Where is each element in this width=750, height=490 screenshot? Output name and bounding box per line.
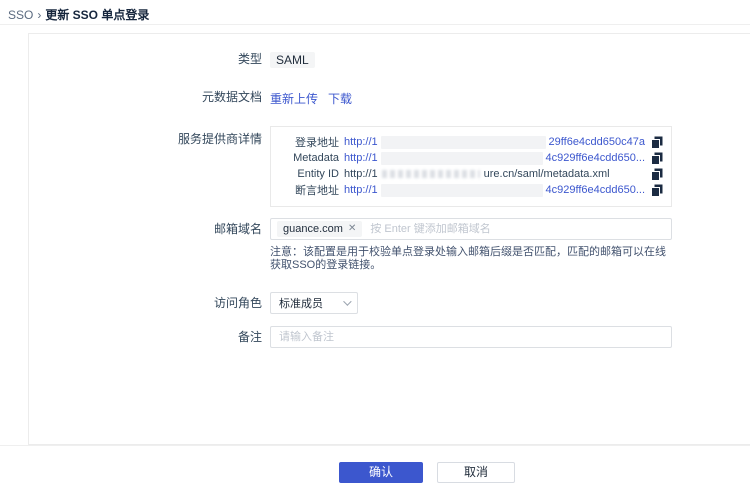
access-role-value: 标准成员 (279, 298, 323, 310)
redacted-text (380, 183, 543, 197)
url-suffix: 4c929ff6e4cdd650... (545, 152, 646, 164)
download-link[interactable]: 下载 (328, 92, 352, 106)
form-card: 类型 SAML 元数据文档 重新上传 下载 服务提供商详情 登录地址 http:/… (28, 33, 750, 445)
cancel-button[interactable]: 取消 (437, 462, 516, 483)
sp-row-metadata-url: Metadata http://1 4c929ff6e4cdd650... (277, 150, 663, 166)
breadcrumb-separator: › (37, 8, 42, 22)
remark-label: 备注 (237, 330, 262, 344)
sp-details-box: 登录地址 http://1 29ff6e4cdd650c47a Metadata… (270, 126, 672, 207)
sp-row-name: Metadata (293, 152, 339, 164)
redacted-text (380, 135, 546, 149)
redacted-text (381, 170, 480, 178)
header-divider (0, 24, 750, 25)
copy-icon[interactable] (651, 152, 663, 165)
redacted-text (380, 151, 543, 165)
type-value-badge: SAML (270, 52, 315, 68)
url-prefix: http://1 (344, 136, 378, 148)
url-prefix: http://1 (344, 184, 378, 196)
url-prefix: http://1 (344, 168, 378, 180)
breadcrumb: SSO › 更新 SSO 单点登录 (8, 6, 149, 23)
footer-actions: 确认 取消 (52, 462, 750, 483)
copy-icon[interactable] (651, 184, 663, 197)
confirm-button[interactable]: 确认 (338, 462, 423, 483)
type-label: 类型 (237, 52, 262, 66)
footer-divider (0, 445, 750, 446)
remark-input[interactable] (270, 326, 672, 348)
breadcrumb-sso-link[interactable]: SSO (8, 8, 33, 22)
chevron-down-icon (343, 297, 352, 306)
access-role-select[interactable]: 标准成员 (270, 292, 358, 314)
metadata-doc-row: 元数据文档 重新上传 下载 (29, 90, 750, 108)
email-domain-note: 注意：该配置是用于校验单点登录处输入邮箱后缀是否匹配，匹配的邮箱可以在线获取SS… (270, 246, 666, 271)
url-suffix: ure.cn/saml/metadata.xml (483, 168, 610, 180)
metadata-doc-label: 元数据文档 (201, 90, 262, 104)
sso-update-page: SSO › 更新 SSO 单点登录 类型 SAML 元数据文档 重新上传 下载 服务提… (0, 0, 750, 490)
email-domain-label: 邮箱域名 (213, 222, 262, 236)
sp-details-label: 服务提供商详情 (177, 132, 262, 146)
type-row: 类型 SAML (29, 51, 750, 69)
url-suffix: 29ff6e4cdd650c47a (548, 136, 645, 148)
access-role-label: 访问角色 (213, 296, 262, 310)
sp-row-assertion-url: 断言地址 http://1 4c929ff6e4cdd650... (277, 182, 663, 198)
sp-row-name: Entity ID (297, 168, 339, 180)
email-domain-tag: guance.com ✕ (277, 221, 363, 237)
tag-remove-icon[interactable]: ✕ (348, 223, 356, 235)
access-role-row: 访问角色 标准成员 (29, 292, 750, 314)
copy-icon[interactable] (651, 136, 663, 149)
sp-row-name: 断言地址 (295, 185, 339, 197)
sp-details-row: 服务提供商详情 登录地址 http://1 29ff6e4cdd650c47a … (29, 126, 750, 207)
sp-row-name: 登录地址 (295, 137, 339, 149)
copy-icon[interactable] (651, 168, 663, 181)
url-suffix: 4c929ff6e4cdd650... (545, 184, 646, 196)
sp-row-login-url: 登录地址 http://1 29ff6e4cdd650c47a (277, 134, 663, 150)
email-domain-tag-text: guance.com (283, 223, 343, 235)
remark-row: 备注 (29, 326, 750, 348)
page-title: 更新 SSO 单点登录 (45, 8, 150, 22)
email-domain-text-input[interactable] (370, 223, 665, 235)
url-prefix: http://1 (344, 152, 378, 164)
sp-row-entity-id: Entity ID http://1 ure.cn/saml/metadata.… (277, 166, 663, 182)
email-domain-input[interactable]: guance.com ✕ (270, 218, 672, 240)
reupload-link[interactable]: 重新上传 (270, 92, 318, 106)
email-domain-row: 邮箱域名 guance.com ✕ 注意：该配置是用于校验单点登录处输入邮箱后缀… (29, 218, 750, 272)
